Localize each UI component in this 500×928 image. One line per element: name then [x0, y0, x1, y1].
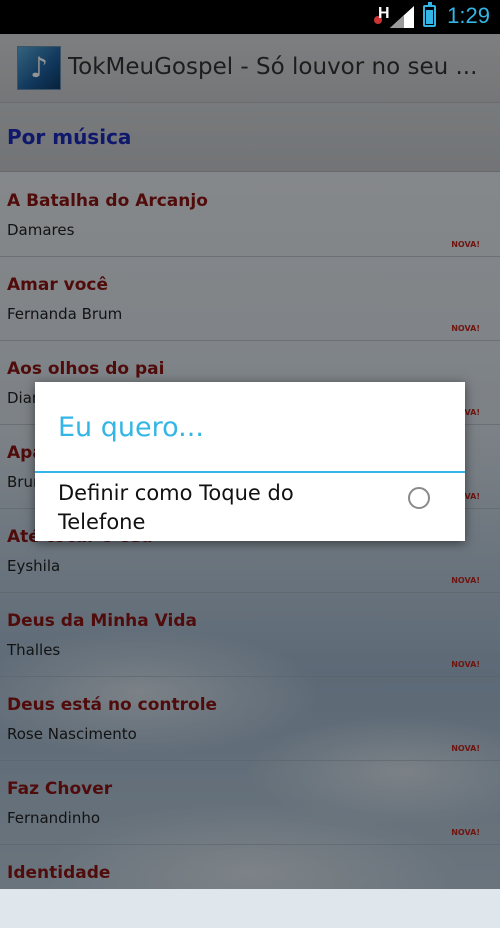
- clock: 1:29: [447, 3, 490, 28]
- choice-dialog: Eu quero... Definir como Toque do Telefo…: [35, 382, 465, 541]
- status-bar: H 1:29: [0, 0, 500, 34]
- option-label: Definir como Toque do Telefone: [58, 481, 294, 534]
- network-type-indicator: H: [378, 5, 390, 22]
- dialog-title: Eu quero...: [58, 412, 204, 443]
- radio-button[interactable]: [408, 487, 430, 509]
- signal-icon: [390, 6, 414, 28]
- set-ringtone-option[interactable]: Definir como Toque do Telefone: [35, 473, 465, 541]
- battery-icon: [423, 2, 436, 27]
